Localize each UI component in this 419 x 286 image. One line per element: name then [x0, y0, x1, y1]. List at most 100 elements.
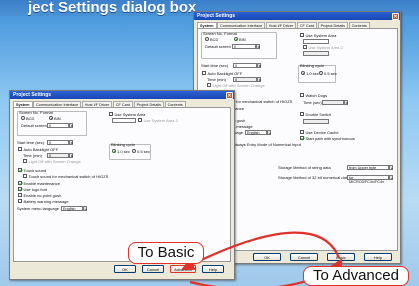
- small-bin-radio[interactable]: BIN: [49, 116, 61, 121]
- small-bcd-radio[interactable]: BCD: [21, 116, 34, 121]
- small-start-time-input[interactable]: 0: [47, 140, 69, 145]
- small-system-area-2-label: Use System Area 2: [143, 118, 178, 123]
- radio-icon: [205, 37, 209, 42]
- small-dialog-titlebar: Project Settings ✕: [10, 91, 234, 99]
- small-enable-maintenance[interactable]: Enable maintenance: [18, 181, 60, 186]
- small-default-screen-input[interactable]: 0: [47, 123, 69, 128]
- large-bcd-label: BCD: [210, 37, 219, 42]
- small-system-area-2[interactable]: Use System Area 2: [138, 118, 178, 123]
- small-close-icon[interactable]: ✕: [226, 91, 233, 99]
- checkbox-icon: [207, 83, 211, 88]
- large-start-path-sync[interactable]: Start path with synchronous: [300, 136, 355, 141]
- large-time-min-spinner[interactable]: [257, 77, 261, 82]
- large-watch-dogs[interactable]: Watch Dogs: [300, 93, 327, 98]
- small-sys-menu-lang-label: System menu language: [17, 206, 60, 211]
- small-bin-label: BIN: [54, 116, 61, 121]
- large-language-select[interactable]: English: [245, 130, 267, 135]
- checkbox-checked-icon: [18, 181, 22, 186]
- small-use-logo[interactable]: Use logo font: [18, 187, 47, 192]
- large-light-off-screen-label: Light Off with Screen Change: [212, 83, 265, 88]
- checkbox-icon: [300, 33, 304, 38]
- small-time-min-spinner[interactable]: [69, 153, 73, 158]
- small-touch-sound[interactable]: Touch sound: [18, 168, 46, 173]
- small-enable-nopoint-label: Enable no-point gush: [23, 193, 62, 198]
- large-auto-backlight[interactable]: Auto Backlight OFF: [202, 71, 242, 76]
- small-system-area-input[interactable]: [112, 118, 136, 123]
- large-time-sec-input[interactable]: [322, 100, 344, 105]
- large-cancel-button[interactable]: Cancel: [290, 253, 318, 261]
- small-enable-nopoint[interactable]: Enable no-point gush: [18, 193, 61, 198]
- large-double-switch-input[interactable]: [303, 119, 329, 124]
- large-storage-select-2[interactable]: for MICRO3/FC3x/FC4x: [347, 175, 389, 184]
- small-light-off-screen[interactable]: Light Off with Screen Change: [23, 159, 81, 164]
- large-storage-chevron-down-icon[interactable]: [389, 165, 393, 170]
- large-watch-dogs-label: Watch Dogs: [305, 93, 328, 98]
- radio-selected-icon: [49, 116, 53, 121]
- checkbox-checked-icon: [300, 136, 304, 141]
- large-double-switch[interactable]: Double Switch: [300, 112, 331, 117]
- basic-button[interactable]: Basic: [327, 253, 355, 261]
- small-time-min-input[interactable]: 0: [47, 153, 69, 158]
- large-start-path-sync-label: Start path with synchronous: [305, 136, 355, 141]
- large-bin-radio[interactable]: BIN: [234, 37, 246, 42]
- large-close-icon[interactable]: ✕: [392, 12, 399, 20]
- large-language-chevron-down-icon[interactable]: [267, 130, 271, 135]
- checkbox-icon: [23, 174, 27, 179]
- checkbox-icon: [202, 71, 206, 76]
- to-basic-callout: To Basic: [128, 242, 204, 264]
- small-ok-button[interactable]: OK: [114, 265, 136, 273]
- large-ok-button[interactable]: OK: [253, 253, 281, 261]
- large-blink-10-radio[interactable]: 1.0 sec: [301, 71, 319, 76]
- advanced-button[interactable]: Advanced: [170, 265, 196, 273]
- small-blink-10-radio[interactable]: 1.0 sec: [112, 149, 130, 154]
- large-use-system-area[interactable]: Use System Area: [300, 33, 336, 38]
- small-language-select[interactable]: English: [61, 206, 83, 211]
- large-system-area-2[interactable]: Use System Area 2: [303, 45, 343, 50]
- large-default-screen-label: Default screen: [205, 44, 231, 49]
- large-start-time-input[interactable]: 0: [233, 63, 257, 68]
- small-battery-warning[interactable]: Battery warning message: [18, 199, 69, 204]
- large-blink-05-radio[interactable]: 0.5 sec: [319, 71, 337, 76]
- small-use-system-area[interactable]: Use System Area: [109, 112, 145, 117]
- radio-selected-icon: [234, 37, 238, 42]
- large-bcd-radio[interactable]: BCD: [205, 37, 218, 42]
- large-default-screen-spinner[interactable]: [256, 44, 260, 49]
- large-storage2-chevron-down-icon[interactable]: [389, 175, 393, 180]
- checkbox-icon: [18, 199, 22, 204]
- large-storage-select[interactable]: from Upper byte: [347, 165, 389, 170]
- checkbox-icon: [138, 118, 142, 123]
- large-default-screen-input[interactable]: 0: [232, 44, 256, 49]
- large-double-switch-label: Double Switch: [305, 112, 332, 117]
- large-time-sec-spinner[interactable]: [344, 100, 348, 105]
- small-enable-maintenance-label: Enable maintenance: [23, 181, 60, 186]
- large-system-area-input[interactable]: [303, 39, 329, 44]
- large-help-button[interactable]: Help: [364, 253, 392, 261]
- checkbox-icon: [18, 193, 22, 198]
- large-blink-10-label: 1.0 sec: [306, 71, 319, 76]
- small-touch-sound-note[interactable]: Touch sound for mechanical switch of HIG…: [23, 174, 108, 179]
- large-time-min-label: Time (min): [207, 77, 226, 82]
- large-bin-label: BIN: [239, 37, 246, 42]
- large-time-min-input[interactable]: 0: [233, 77, 257, 82]
- small-blink-05-label: 0.5 sec: [137, 149, 150, 154]
- small-start-time-label: Start time (sec): [17, 140, 45, 145]
- small-cancel-button[interactable]: Cancel: [142, 265, 164, 273]
- small-light-off-screen-label: Light Off with Screen Change: [28, 159, 81, 164]
- small-battery-warning-label: Battery warning message: [23, 199, 69, 204]
- small-default-screen-spinner[interactable]: [69, 123, 73, 128]
- small-blink-05-radio[interactable]: 0.5 sec: [132, 149, 150, 154]
- large-dialog-titlebar: Project Settings ✕: [194, 12, 400, 20]
- small-language-chevron-down-icon[interactable]: [83, 206, 87, 211]
- checkbox-icon: [300, 112, 304, 117]
- small-auto-backlight[interactable]: Auto Backlight OFF: [18, 147, 58, 152]
- large-use-device-cache[interactable]: Use Device Cache: [300, 130, 339, 135]
- large-start-time-spinner[interactable]: [257, 63, 261, 68]
- checkbox-checked-icon: [18, 187, 22, 192]
- checkbox-icon: [303, 45, 307, 50]
- checkbox-icon: [300, 93, 304, 98]
- small-help-button[interactable]: Help: [202, 265, 224, 273]
- large-light-off-screen[interactable]: Light Off with Screen Change: [207, 83, 265, 88]
- small-start-time-spinner[interactable]: [69, 140, 73, 145]
- large-system-area-2-input[interactable]: [303, 51, 329, 56]
- checkbox-icon: [109, 112, 113, 117]
